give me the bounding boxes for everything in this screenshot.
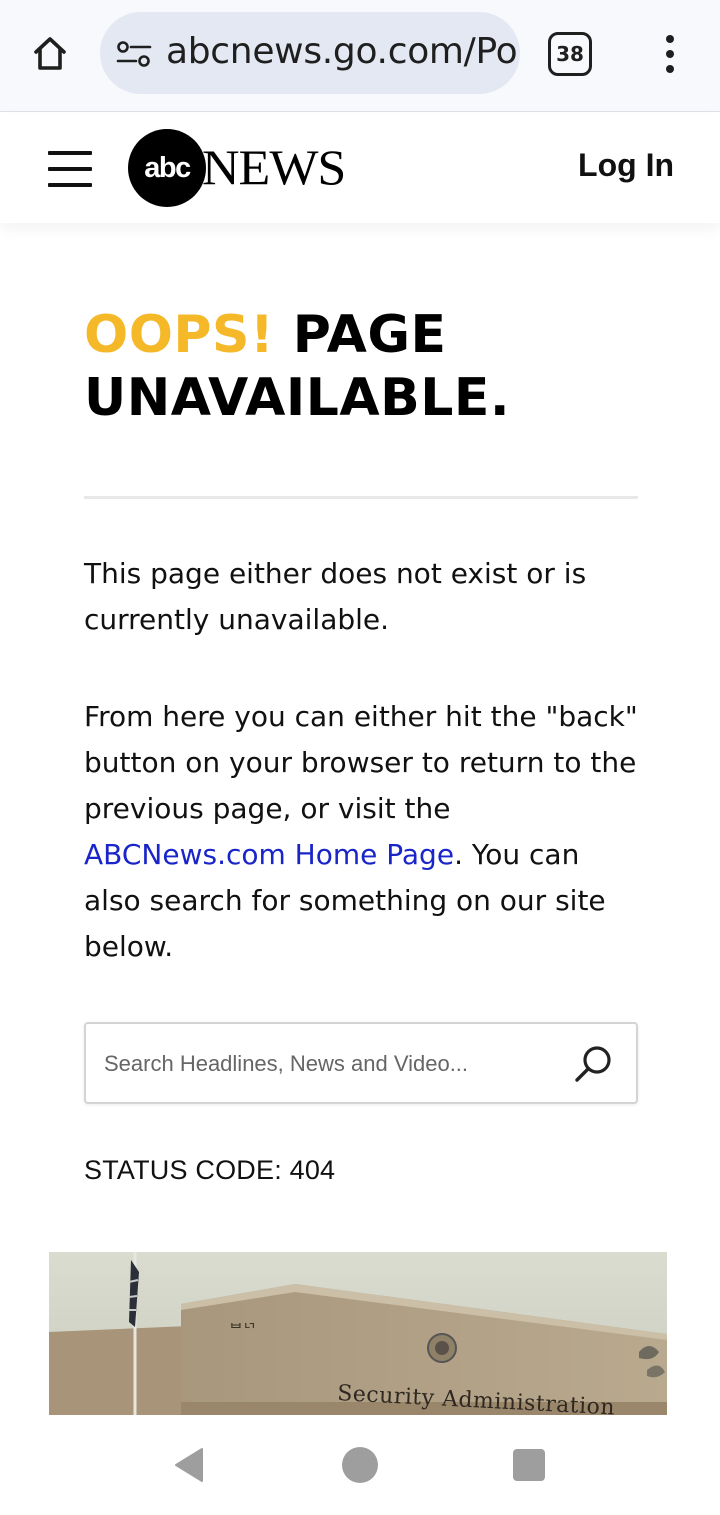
- instructions-text: From here you can either hit the "back" …: [84, 700, 638, 825]
- login-link[interactable]: Log In: [578, 147, 674, 184]
- home-page-link[interactable]: ABCNews.com Home Page: [84, 838, 454, 871]
- home-icon: [34, 37, 66, 70]
- back-icon[interactable]: [172, 1447, 208, 1483]
- headline-accent: OOPS!: [84, 305, 275, 365]
- search-icon[interactable]: [572, 1042, 616, 1086]
- instructions-message: From here you can either hit the "back" …: [84, 694, 644, 970]
- browser-home-button[interactable]: [24, 28, 76, 80]
- system-navigation-bar: [0, 1415, 720, 1515]
- menu-dot: [666, 65, 674, 73]
- address-bar[interactable]: abcnews.go.com/Po: [100, 12, 520, 94]
- browser-menu-button[interactable]: [648, 30, 692, 78]
- building-photo: ᄇᄓ Security Administration: [49, 1252, 667, 1415]
- unavailable-message: This page either does not exist or is cu…: [84, 557, 587, 636]
- site-header: abc NEWS Log In: [0, 113, 720, 223]
- menu-dot: [666, 35, 674, 43]
- abc-logo-mark: abc: [128, 129, 206, 207]
- tab-switcher-button[interactable]: 38: [548, 32, 592, 76]
- search-box: [84, 1022, 638, 1104]
- menu-dot: [666, 50, 674, 58]
- home-circle-icon[interactable]: [342, 1447, 378, 1483]
- search-input[interactable]: [104, 1044, 554, 1084]
- abc-news-logo[interactable]: abc NEWS: [128, 128, 346, 208]
- page-title: OOPS! PAGE UNAVAILABLE.: [84, 304, 644, 430]
- recent-apps-icon[interactable]: [513, 1449, 545, 1481]
- status-code: STATUS CODE: 404: [84, 1155, 336, 1185]
- hamburger-menu-icon[interactable]: [48, 151, 92, 187]
- url-text: abcnews.go.com/Po: [166, 31, 518, 72]
- news-wordmark: NEWS: [202, 140, 346, 196]
- site-settings-icon: [116, 41, 152, 67]
- building-number: ᄇᄓ: [229, 1320, 257, 1338]
- divider: [84, 496, 638, 499]
- browser-toolbar: abcnews.go.com/Po 38: [0, 0, 720, 112]
